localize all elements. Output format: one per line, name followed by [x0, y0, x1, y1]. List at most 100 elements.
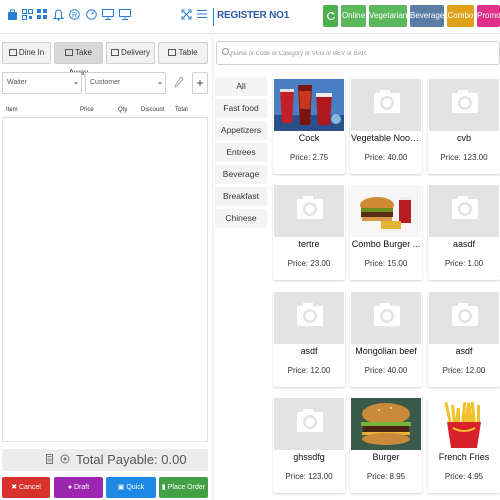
camera-icon — [429, 292, 499, 344]
product-price: Price: 12.00 — [287, 366, 331, 375]
camera-icon — [274, 292, 344, 344]
tab-delivery-label: Delivery — [121, 48, 150, 57]
pencil-icon[interactable] — [174, 76, 184, 90]
product-price: Price: 40.00 — [364, 366, 408, 375]
column-price: Price — [80, 107, 94, 113]
customer-select[interactable]: Customer — [85, 72, 166, 94]
camera-icon — [274, 398, 344, 450]
cancel-button-label: Cancel — [19, 484, 41, 491]
filter-vegetarian-button[interactable]: Vegetarian — [369, 5, 407, 27]
category-item[interactable]: Beverage — [215, 165, 267, 184]
category-item[interactable]: All — [215, 77, 267, 96]
order-items-list — [2, 118, 208, 442]
product-name: Mongolian beef — [355, 346, 417, 356]
qrcode-icon[interactable] — [21, 9, 33, 23]
product-name: ghssdfg — [293, 452, 325, 462]
svg-text:R: R — [71, 12, 76, 19]
search-input[interactable] — [231, 46, 491, 61]
category-item[interactable]: Fast food — [215, 99, 267, 118]
calculator-icon[interactable] — [46, 454, 53, 466]
registered-icon[interactable]: R — [68, 9, 80, 23]
order-panel: Dine In Take Away Delivery Table Waiter … — [0, 34, 212, 500]
product-card[interactable]: Burger Price: 8.95 — [350, 397, 422, 493]
product-name: tertre — [298, 239, 320, 249]
filter-online-button[interactable]: Online — [341, 5, 366, 27]
product-card[interactable]: asdf Price: 12.00 — [273, 291, 345, 387]
total-payable-label: Total Payable: 0.00 — [76, 452, 187, 467]
tab-dine-in[interactable]: Dine In — [2, 42, 51, 64]
category-item[interactable]: Breakfast — [215, 187, 267, 206]
truck-icon — [111, 49, 120, 56]
chevron-down-icon — [74, 82, 78, 85]
product-card[interactable]: aasdf Price: 1.00 — [428, 184, 500, 280]
product-image — [429, 398, 499, 450]
filter-promo-button[interactable]: Promo — [477, 5, 500, 27]
grid-icon[interactable] — [36, 9, 48, 23]
product-name: Cock — [298, 133, 320, 143]
product-card[interactable]: Cock Price: 2.75 — [273, 78, 345, 174]
product-card[interactable]: cvb Price: 123.00 — [428, 78, 500, 174]
column-discount: Discount — [141, 107, 165, 113]
camera-icon — [274, 185, 344, 237]
category-item[interactable]: Appetizers — [215, 121, 267, 140]
product-card[interactable]: French Fries Price: 4.95 — [428, 397, 500, 493]
product-price: Price: 8.95 — [366, 472, 406, 481]
category-item[interactable]: Chinese — [215, 209, 267, 228]
briefcase-icon[interactable] — [6, 9, 18, 23]
add-customer-button[interactable]: + — [192, 72, 208, 94]
product-name: cvb — [456, 133, 471, 143]
product-card[interactable]: Mongolian beef Price: 40.00 — [350, 291, 422, 387]
product-search[interactable] — [216, 41, 500, 65]
bag-icon — [65, 49, 74, 56]
tab-take-away[interactable]: Take Away — [54, 42, 103, 77]
category-item[interactable]: Entrees — [215, 143, 267, 162]
tab-table-label: Table — [178, 48, 198, 57]
tab-table[interactable]: Table — [158, 42, 208, 64]
menu-icon[interactable] — [196, 9, 208, 23]
fullscreen-icon[interactable] — [180, 9, 192, 23]
product-price: Price: 12.00 — [442, 366, 486, 375]
desktop-icon[interactable] — [119, 9, 131, 23]
dashboard-icon[interactable] — [85, 9, 97, 23]
customer-select-value: Customer — [90, 79, 121, 86]
quick-invoice-button[interactable]: ▣ Quick Invoice — [106, 477, 156, 498]
product-name: asdf — [455, 346, 473, 356]
camera-icon — [351, 79, 421, 131]
order-table-header: Item Price Qty Discount Total — [2, 104, 208, 118]
column-total: Total — [175, 107, 188, 113]
waiter-select[interactable]: Waiter — [2, 72, 82, 94]
product-card[interactable]: tertre Price: 23.00 — [273, 184, 345, 280]
product-card[interactable]: asdf Price: 12.00 — [428, 291, 500, 387]
place-order-button[interactable]: ▮ Place Order — [159, 477, 208, 498]
product-image — [351, 185, 421, 237]
product-price: Price: 123.00 — [440, 153, 488, 162]
column-qty: Qty — [118, 107, 128, 113]
bell-icon[interactable] — [52, 9, 64, 23]
product-image — [274, 79, 344, 131]
monitor-icon[interactable] — [102, 9, 114, 23]
product-price: Price: 123.00 — [285, 472, 333, 481]
product-price: Price: 23.00 — [287, 259, 331, 268]
product-name: asdf — [300, 346, 318, 356]
filter-beverage-button[interactable]: Beverage — [410, 5, 444, 27]
eye-icon[interactable] — [60, 454, 70, 466]
camera-icon — [429, 79, 499, 131]
camera-icon — [351, 292, 421, 344]
tab-dine-in-label: Dine In — [18, 48, 45, 57]
product-price: Price: 15.00 — [364, 259, 408, 268]
product-name: aasdf — [452, 239, 476, 249]
product-card[interactable]: ghssdfg Price: 123.00 — [273, 397, 345, 493]
waiter-select-value: Waiter — [7, 79, 27, 86]
draft-button[interactable]: ● Draft — [54, 477, 103, 498]
product-card[interactable]: Vegetable Noodl... Price: 40.00 — [350, 78, 422, 174]
close-icon: ✖ — [11, 484, 19, 491]
filter-combo-button[interactable]: Combo — [447, 5, 474, 27]
cancel-button[interactable]: ✖ Cancel — [2, 477, 50, 498]
tab-delivery[interactable]: Delivery — [106, 42, 155, 64]
product-price: Price: 1.00 — [444, 259, 484, 268]
product-price: Price: 40.00 — [364, 153, 408, 162]
product-name: French Fries — [438, 452, 490, 462]
refresh-button[interactable] — [323, 5, 338, 27]
chevron-down-icon — [158, 82, 162, 85]
product-card[interactable]: Combo Burger ... Price: 15.00 — [350, 184, 422, 280]
